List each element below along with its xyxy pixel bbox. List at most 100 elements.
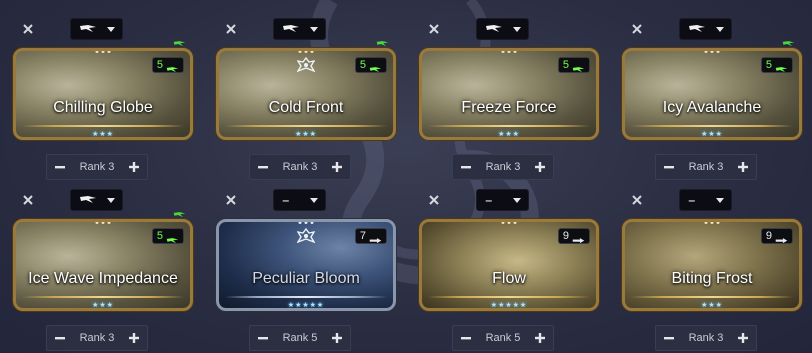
mod-rank-stars: ★★★ <box>701 131 723 138</box>
rank-decrease-button[interactable] <box>662 331 676 345</box>
remove-mod-icon[interactable] <box>224 22 238 36</box>
chevron-down-icon <box>107 197 115 203</box>
mod-name: Freeze Force <box>461 99 557 116</box>
mod-frame-dots <box>704 222 720 224</box>
rank-increase-button[interactable] <box>736 160 750 174</box>
rank-stepper[interactable]: Rank 3 <box>46 325 148 351</box>
rank-label: Rank 5 <box>485 332 521 344</box>
mod-drain-badge: 9 <box>760 228 793 244</box>
remove-mod-icon[interactable] <box>630 193 644 207</box>
mod-rank-stars: ★★★ <box>701 302 723 309</box>
remove-mod-icon[interactable] <box>21 193 35 207</box>
remove-mod-icon[interactable] <box>224 193 238 207</box>
mod-slot[interactable]: – 7 Peculiar Bloom ★★★★★ Rank 5 <box>216 179 398 351</box>
chevron-down-icon <box>513 26 521 32</box>
rank-increase-button[interactable] <box>127 160 141 174</box>
remove-mod-icon[interactable] <box>427 22 441 36</box>
mod-card[interactable]: 9 Biting Frost ★★★ <box>622 219 802 311</box>
mod-name: Peculiar Bloom <box>252 270 360 287</box>
remove-mod-icon[interactable] <box>630 22 644 36</box>
mod-drain-badge: 5 <box>151 57 184 73</box>
mod-slot[interactable]: – 9 Flow ★★★★★ Rank 5 <box>419 179 601 351</box>
mod-card[interactable]: 5 Freeze Force ★★★ <box>419 48 599 140</box>
polarity-selector[interactable] <box>70 189 123 211</box>
mod-frame-dots <box>298 51 314 53</box>
chevron-down-icon <box>716 197 724 203</box>
mod-drain-value: 5 <box>156 58 163 71</box>
empty-polarity-label: – <box>688 191 696 209</box>
polarity-match-icon <box>173 36 186 47</box>
mod-rank-stars: ★★★★★ <box>287 302 325 309</box>
mod-card[interactable]: 9 Flow ★★★★★ <box>419 219 599 311</box>
polarity-match-icon <box>376 36 389 47</box>
rank-decrease-button[interactable] <box>256 160 270 174</box>
rank-increase-button[interactable] <box>533 331 547 345</box>
mod-card[interactable]: 5 Ice Wave Impedance ★★★ <box>13 219 193 311</box>
mod-slot[interactable]: 5 Ice Wave Impedance ★★★ Rank 3 <box>13 179 195 351</box>
mod-drain-badge: 9 <box>557 228 590 244</box>
rank-increase-button[interactable] <box>330 160 344 174</box>
rank-stepper[interactable]: Rank 5 <box>452 325 554 351</box>
mod-frame-line <box>631 125 793 127</box>
mod-drain-badge: 5 <box>760 57 793 73</box>
remove-mod-icon[interactable] <box>427 193 441 207</box>
madurai-icon <box>775 61 788 73</box>
rank-increase-button[interactable] <box>330 331 344 345</box>
madurai-polarity-icon <box>688 24 706 34</box>
rank-label: Rank 3 <box>79 332 115 344</box>
polarity-selector[interactable]: – <box>273 189 326 211</box>
mod-card[interactable]: 7 Peculiar Bloom ★★★★★ <box>216 219 396 311</box>
mod-drain-value: 7 <box>359 229 366 242</box>
mod-rank-stars: ★★★ <box>92 131 114 138</box>
rank-decrease-button[interactable] <box>662 160 676 174</box>
rank-increase-button[interactable] <box>127 331 141 345</box>
madurai-polarity-icon <box>79 24 97 34</box>
rank-decrease-button[interactable] <box>256 331 270 345</box>
polarity-selector[interactable] <box>476 18 529 40</box>
chevron-down-icon <box>107 26 115 32</box>
mod-card[interactable]: 5 Chilling Globe ★★★ <box>13 48 193 140</box>
mod-rank-stars: ★★★★★ <box>490 302 528 309</box>
mod-rank-stars: ★★★ <box>498 131 520 138</box>
madurai-icon <box>166 61 179 73</box>
rank-stepper[interactable]: Rank 3 <box>249 154 351 180</box>
rank-decrease-button[interactable] <box>459 160 473 174</box>
rank-stepper[interactable]: Rank 3 <box>46 154 148 180</box>
rank-label: Rank 3 <box>688 161 724 173</box>
rank-decrease-button[interactable] <box>459 331 473 345</box>
polarity-selector[interactable] <box>273 18 326 40</box>
mod-frame-line <box>428 296 590 298</box>
rank-stepper[interactable]: Rank 5 <box>249 325 351 351</box>
mod-card[interactable]: 5 Icy Avalanche ★★★ <box>622 48 802 140</box>
polarity-selector[interactable] <box>679 18 732 40</box>
polarity-selector[interactable] <box>70 18 123 40</box>
mod-frame-dots <box>704 51 720 53</box>
mod-frame-dots <box>501 222 517 224</box>
rank-stepper[interactable]: Rank 3 <box>452 154 554 180</box>
polarity-selector[interactable]: – <box>679 189 732 211</box>
chevron-down-icon <box>310 26 318 32</box>
mod-drain-value: 9 <box>562 229 569 242</box>
rank-stepper[interactable]: Rank 3 <box>655 325 757 351</box>
mod-slot[interactable]: 5 Freeze Force ★★★ Rank 3 <box>419 8 601 180</box>
remove-mod-icon[interactable] <box>21 22 35 36</box>
madurai-icon <box>369 61 382 73</box>
mod-name: Cold Front <box>268 99 344 116</box>
mod-slot[interactable]: 5 Chilling Globe ★★★ Rank 3 <box>13 8 195 180</box>
rank-increase-button[interactable] <box>736 331 750 345</box>
mod-drain-badge: 5 <box>557 57 590 73</box>
mod-frame-dots <box>95 222 111 224</box>
mod-slot[interactable]: 5 Cold Front ★★★ Rank 3 <box>216 8 398 180</box>
mod-slot[interactable]: – 9 Biting Frost ★★★ Rank 3 <box>622 179 804 351</box>
polarity-selector[interactable]: – <box>476 189 529 211</box>
mod-frame-line <box>428 125 590 127</box>
mod-name: Biting Frost <box>671 270 753 287</box>
mod-card[interactable]: 5 Cold Front ★★★ <box>216 48 396 140</box>
rank-decrease-button[interactable] <box>53 160 67 174</box>
mod-frame-line <box>22 125 184 127</box>
rank-increase-button[interactable] <box>533 160 547 174</box>
rank-decrease-button[interactable] <box>53 331 67 345</box>
rank-stepper[interactable]: Rank 3 <box>655 154 757 180</box>
chevron-down-icon <box>310 197 318 203</box>
mod-slot[interactable]: 5 Icy Avalanche ★★★ Rank 3 <box>622 8 804 180</box>
